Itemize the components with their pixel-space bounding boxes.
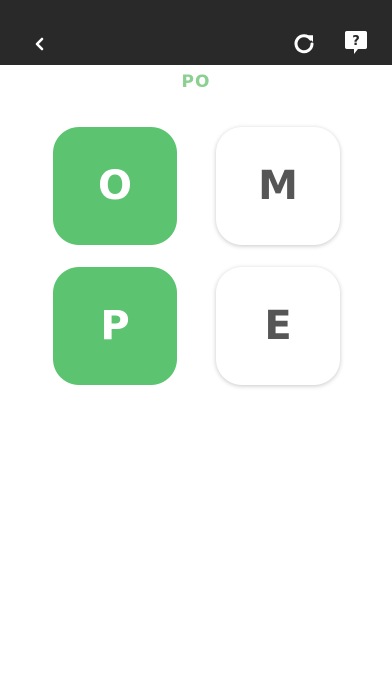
restart-icon — [294, 34, 314, 54]
letter-tile-e[interactable]: E — [216, 267, 340, 385]
tile-letter: E — [264, 303, 292, 349]
tile-letter: O — [97, 163, 132, 209]
letter-tile-o[interactable]: O — [53, 127, 177, 245]
current-word: PO — [181, 72, 211, 92]
top-bar: ? — [0, 0, 392, 65]
svg-text:?: ? — [352, 34, 360, 49]
back-button[interactable] — [24, 28, 56, 60]
letter-tile-p[interactable]: P — [53, 267, 177, 385]
letter-tile-m[interactable]: M — [216, 127, 340, 245]
tile-letter: M — [258, 163, 298, 209]
chevron-left-icon — [35, 37, 44, 51]
hint-button[interactable]: ? — [340, 26, 372, 60]
tile-letter: P — [100, 303, 130, 349]
restart-button[interactable] — [288, 28, 320, 60]
question-bubble-icon: ? — [345, 31, 367, 54]
